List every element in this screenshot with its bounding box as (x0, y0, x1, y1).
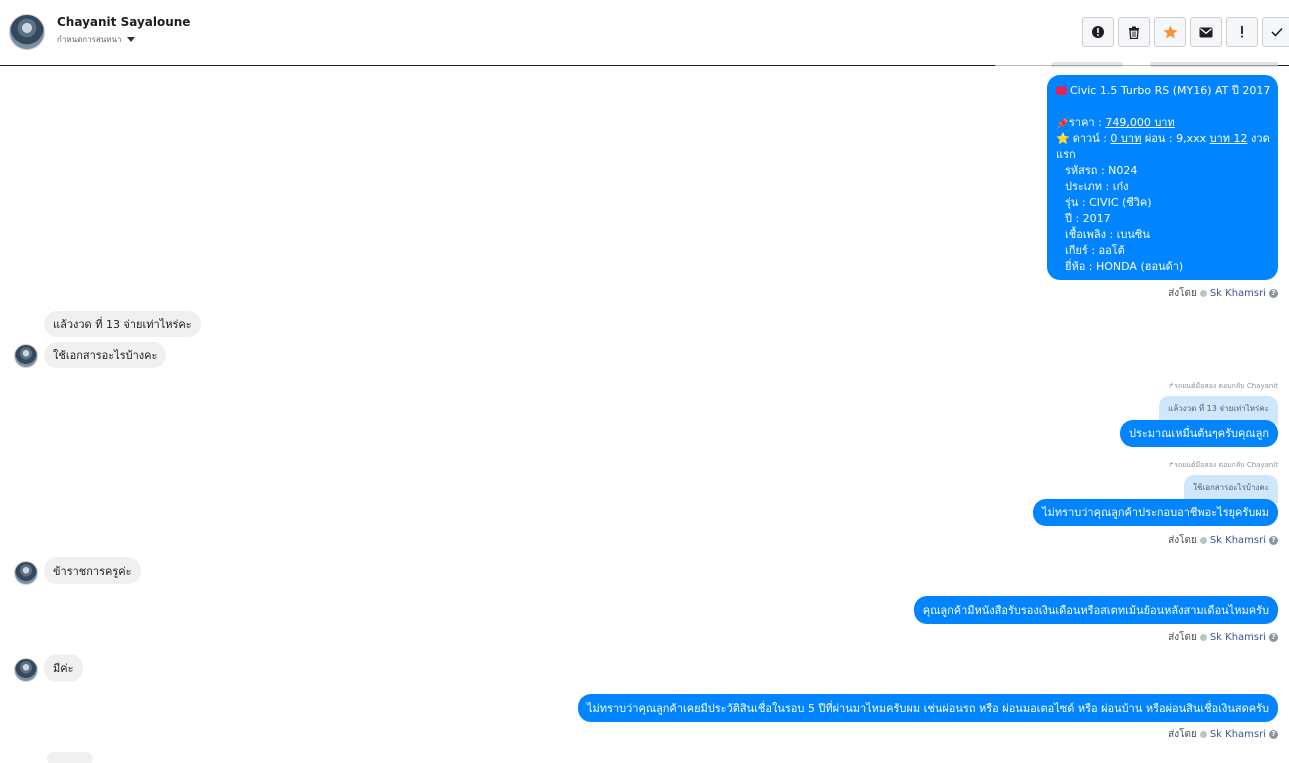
agent-dot-icon (1199, 634, 1207, 641)
conversation-status-label: กำหนดการสนทนา (57, 35, 122, 44)
agent-name[interactable]: Sk Khamsri (1210, 729, 1266, 740)
trash-icon (1129, 26, 1139, 39)
agent-dot-icon (1199, 537, 1207, 544)
mark-unread-button[interactable] (1190, 17, 1222, 47)
price-label: ราคา : (1069, 116, 1106, 129)
outgoing-message[interactable]: คุณลูกค้ามีหนังสือรับรองเงินเดือนหรือสเต… (913, 596, 1278, 624)
sent-by-info: ส่งโดย Sk Khamsri? (1168, 630, 1278, 645)
agent-name[interactable]: Sk Khamsri (1210, 288, 1266, 299)
car-listing-message: Civic 1.5 Turbo RS (MY16) AT ปี 2017 📌รา… (1047, 75, 1278, 280)
mail-icon (1199, 27, 1213, 37)
contact-avatar[interactable] (14, 561, 38, 585)
incoming-message-partial (47, 752, 93, 763)
sent-by-label: ส่งโดย (1168, 288, 1197, 299)
exclamation-icon (1241, 26, 1243, 38)
installment-label: ผ่อน : 9,xxx (1141, 132, 1210, 145)
star-emoji-icon: ⭐ (1056, 132, 1070, 145)
detail-line: เกียร์ : ออโต้ (1065, 244, 1125, 257)
car-icon (1056, 86, 1067, 95)
incoming-message[interactable]: แล้วงวด ที่ 13 จ่ายเท่าไหร่คะ (44, 311, 201, 337)
detail-line: รหัสรถ : N024 (1065, 164, 1138, 177)
installment-suffix: งวด (1247, 132, 1270, 145)
help-icon[interactable]: ? (1269, 633, 1278, 642)
outgoing-message[interactable]: ไม่ทราบว่าคุณลูกค้าประกอบอาชีพอะไรยุครับ… (1033, 499, 1278, 526)
installment-tail: แรก (1056, 148, 1076, 161)
incoming-message[interactable]: ข้าราชการครูค่ะ (44, 557, 141, 584)
installment-value: บาท 12 (1209, 132, 1248, 145)
down-value: 0 บาท (1110, 132, 1142, 145)
sent-by-label: ส่งโดย (1168, 535, 1197, 546)
star-icon (1163, 25, 1177, 39)
previous-message-edge (995, 62, 1278, 67)
contact-avatar[interactable] (14, 658, 38, 682)
mark-done-button[interactable] (1262, 17, 1289, 47)
detail-line: รุ่น : CIVIC (ซีวิค) (1065, 196, 1152, 209)
check-icon (1270, 27, 1283, 37)
detail-line: ประเภท : เก๋ง (1065, 180, 1129, 193)
detail-line: ปี : 2017 (1065, 212, 1111, 225)
conversation-status-dropdown[interactable]: กำหนดการสนทนา (57, 33, 135, 46)
incoming-message[interactable]: มีค่ะ (44, 654, 83, 682)
car-title: Civic 1.5 Turbo RS (MY16) AT ปี 2017 (1070, 84, 1271, 97)
sent-by-info: ส่งโดย Sk Khamsri? (1168, 533, 1278, 548)
star-button[interactable] (1154, 17, 1186, 47)
help-icon[interactable]: ? (1269, 730, 1278, 739)
contact-avatar[interactable] (14, 344, 38, 368)
agent-dot-icon (1199, 290, 1207, 297)
outgoing-message[interactable]: ไม่ทราบว่าคุณลูกค้าเคยมีประวัติสินเชื่อใ… (578, 694, 1278, 722)
pushpin-icon: 📌 (1056, 119, 1069, 130)
delete-button[interactable] (1118, 17, 1150, 47)
incoming-message[interactable]: ใช้เอกสารอะไรบ้างคะ (44, 342, 167, 368)
sent-by-info: ส่งโดย Sk Khamsri? (1168, 727, 1278, 742)
sent-by-label: ส่งโดย (1168, 729, 1197, 740)
outgoing-message[interactable]: ประมาณเหมื่นต้นๆครับคุณลูก (1120, 420, 1278, 447)
mark-spam-button[interactable] (1082, 17, 1114, 47)
agent-name[interactable]: Sk Khamsri (1210, 535, 1266, 546)
reply-note: ↱รถยนต์มือสอง ตอบกลับ Chayanit (1168, 382, 1278, 390)
toolbar (1082, 17, 1289, 47)
caret-down-icon (126, 37, 135, 42)
sent-by-info: ส่งโดย Sk Khamsri? (1168, 286, 1278, 301)
alert-circle-icon (1092, 26, 1104, 38)
mark-follow-up-button[interactable] (1226, 17, 1258, 47)
reply-note: ↱รถยนต์มือสอง ตอบกลับ Chayanit (1168, 461, 1278, 469)
price-value: 749,000 บาท (1105, 116, 1175, 129)
help-icon[interactable]: ? (1269, 536, 1278, 545)
down-label: ดาวน์ : (1072, 132, 1111, 145)
conversation-header: Chayanit Sayaloune กำหนดการสนทนา (0, 0, 1289, 66)
agent-dot-icon (1199, 731, 1207, 738)
contact-name[interactable]: Chayanit Sayaloune (57, 15, 190, 29)
help-icon[interactable]: ? (1269, 289, 1278, 298)
avatar[interactable] (9, 14, 45, 50)
sent-by-label: ส่งโดย (1168, 632, 1197, 643)
detail-line: ยี่ห้อ : HONDA (ฮอนด้า) (1065, 260, 1184, 273)
detail-line: เชื้อเพลิง : เบนซิน (1065, 228, 1150, 241)
agent-name[interactable]: Sk Khamsri (1210, 632, 1266, 643)
